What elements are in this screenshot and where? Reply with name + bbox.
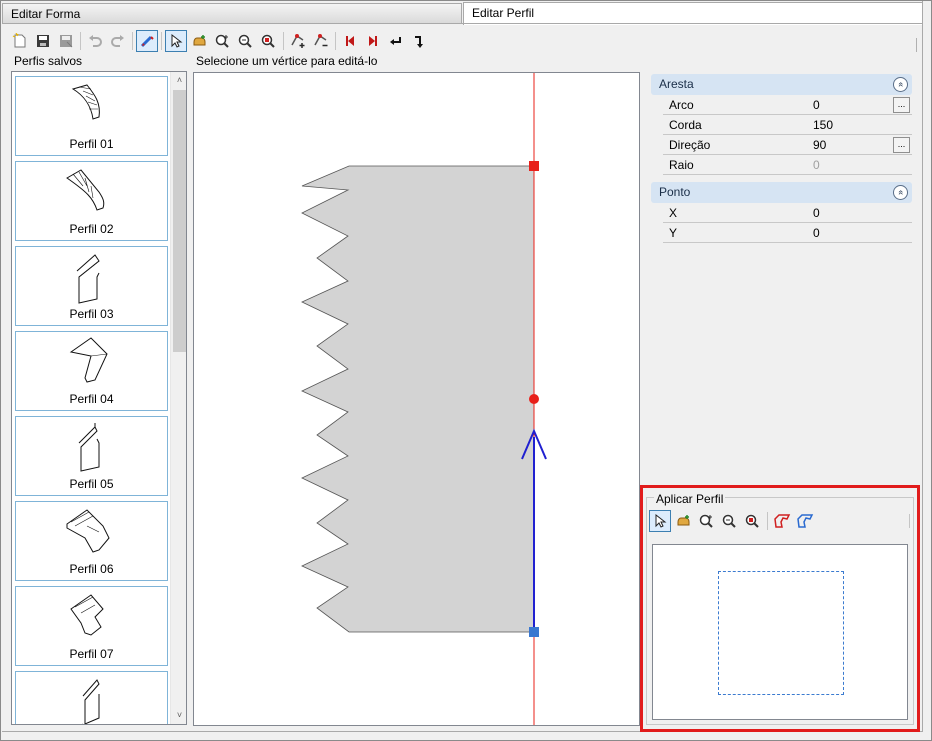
profile-item-04[interactable]: Perfil 04 <box>15 331 168 411</box>
profile-08-thumbnail <box>82 679 100 724</box>
property-value[interactable]: 90 <box>813 135 826 155</box>
profile-04-thumbnail <box>69 337 108 383</box>
redo-icon[interactable] <box>107 30 129 52</box>
toolbar-separator <box>161 32 162 50</box>
vertex-handle-mid[interactable] <box>529 394 539 404</box>
profiles-scrollbar[interactable]: ˄ ˅ <box>170 72 186 724</box>
reverse-icon[interactable] <box>385 30 407 52</box>
profile-label: Perfil 04 <box>69 392 114 406</box>
frame-right <box>922 1 923 731</box>
collapse-icon[interactable]: » <box>893 77 908 92</box>
property-row-corda[interactable]: Corda 150 <box>663 115 912 135</box>
property-name: Direção <box>669 138 711 152</box>
tab-bar: Editar Forma Editar Perfil <box>2 2 924 25</box>
flip-icon[interactable] <box>408 30 430 52</box>
edit-mode-icon[interactable] <box>136 30 158 52</box>
saved-profiles-label: Perfis salvos <box>14 54 83 68</box>
remove-vertex-icon[interactable] <box>310 30 332 52</box>
highlight-box <box>640 485 920 732</box>
toolbar-separator <box>132 32 133 50</box>
profile-label: Perfil 05 <box>69 477 114 491</box>
profile-drawing <box>301 73 547 725</box>
property-name: X <box>669 206 678 220</box>
profile-05-thumbnail <box>78 423 100 472</box>
property-value[interactable]: 150 <box>813 115 833 135</box>
add-vertex-icon[interactable] <box>287 30 309 52</box>
toolbar-grip <box>916 38 917 52</box>
profile-label: Perfil 01 <box>69 137 114 151</box>
save-as-icon[interactable] <box>55 30 77 52</box>
profile-item-02[interactable]: Perfil 02 <box>15 161 168 241</box>
property-name: Arco <box>669 98 694 112</box>
toolbar-separator <box>335 32 336 50</box>
ellipsis-button[interactable]: ... <box>893 137 910 153</box>
property-value[interactable]: 0 <box>813 95 820 115</box>
property-row-x[interactable]: X 0 <box>663 203 912 223</box>
zoom-window-icon[interactable] <box>257 30 279 52</box>
profile-label: Perfil 07 <box>69 647 114 661</box>
profile-item-08[interactable] <box>15 671 168 724</box>
profile-editor-canvas[interactable] <box>193 72 640 726</box>
category-aresta[interactable]: Aresta » <box>651 74 912 95</box>
property-row-y[interactable]: Y 0 <box>663 223 912 243</box>
saved-profiles-list[interactable]: Perfil 01 Perfil 02 Perfil 03 Perfil 04 … <box>11 71 187 725</box>
toolbar <box>9 30 919 54</box>
zoom-in-icon[interactable] <box>211 30 233 52</box>
profile-shape[interactable] <box>301 165 535 633</box>
scroll-up-arrow[interactable]: ˄ <box>171 72 186 89</box>
save-icon[interactable] <box>32 30 54 52</box>
profile-item-05[interactable]: Perfil 05 <box>15 416 168 496</box>
ellipsis-button[interactable]: ... <box>893 97 910 113</box>
profile-label: Perfil 03 <box>69 307 114 321</box>
profile-item-01[interactable]: Perfil 01 <box>15 76 168 156</box>
property-row-raio: Raio 0 <box>663 155 912 175</box>
profile-label: Perfil 06 <box>69 562 114 576</box>
property-name: Y <box>669 226 678 240</box>
tab-editar-perfil[interactable]: Editar Perfil <box>463 2 923 25</box>
toolbar-separator <box>80 32 81 50</box>
pan-icon[interactable] <box>188 30 210 52</box>
property-value[interactable]: 0 <box>813 223 820 243</box>
property-value: 0 <box>813 158 820 172</box>
profile-01-thumbnail <box>71 84 100 120</box>
scroll-down-arrow[interactable]: ˅ <box>171 707 186 724</box>
vertex-handle-top[interactable] <box>529 161 539 171</box>
profile-07-thumbnail <box>70 594 104 636</box>
editor-hint: Selecione um vértice para editá-lo <box>196 54 378 68</box>
first-vertex-icon[interactable] <box>339 30 361 52</box>
profile-02-thumbnail <box>66 169 105 211</box>
property-name: Raio <box>669 158 694 172</box>
tab-divider <box>2 23 923 24</box>
profile-03-thumbnail <box>76 254 100 304</box>
profile-label: Perfil 02 <box>69 222 114 236</box>
profile-item-07[interactable]: Perfil 07 <box>15 586 168 666</box>
new-icon[interactable] <box>9 30 31 52</box>
scrollbar-thumb[interactable] <box>173 90 186 352</box>
profile-item-03[interactable]: Perfil 03 <box>15 246 168 326</box>
window: Editar Forma Editar Perfil Perfis salvos… <box>0 0 932 741</box>
category-ponto[interactable]: Ponto » <box>651 182 912 203</box>
select-icon[interactable] <box>165 30 187 52</box>
property-value[interactable]: 0 <box>813 203 820 223</box>
property-row-arco[interactable]: Arco 0 ... <box>663 95 912 115</box>
property-name: Corda <box>669 118 702 132</box>
tab-editar-forma[interactable]: Editar Forma <box>2 3 462 24</box>
collapse-icon[interactable]: » <box>893 185 908 200</box>
vertex-handle-bottom[interactable] <box>529 627 539 637</box>
property-grid: Aresta » Arco 0 ... Corda 150 Direção 90… <box>651 74 912 243</box>
profile-item-06[interactable]: Perfil 06 <box>15 501 168 581</box>
undo-icon[interactable] <box>84 30 106 52</box>
last-vertex-icon[interactable] <box>362 30 384 52</box>
toolbar-separator <box>283 32 284 50</box>
profile-06-thumbnail <box>66 509 110 553</box>
category-title: Aresta <box>659 77 694 91</box>
property-row-direcao[interactable]: Direção 90 ... <box>663 135 912 155</box>
category-title: Ponto <box>659 185 691 199</box>
zoom-extents-icon[interactable] <box>234 30 256 52</box>
